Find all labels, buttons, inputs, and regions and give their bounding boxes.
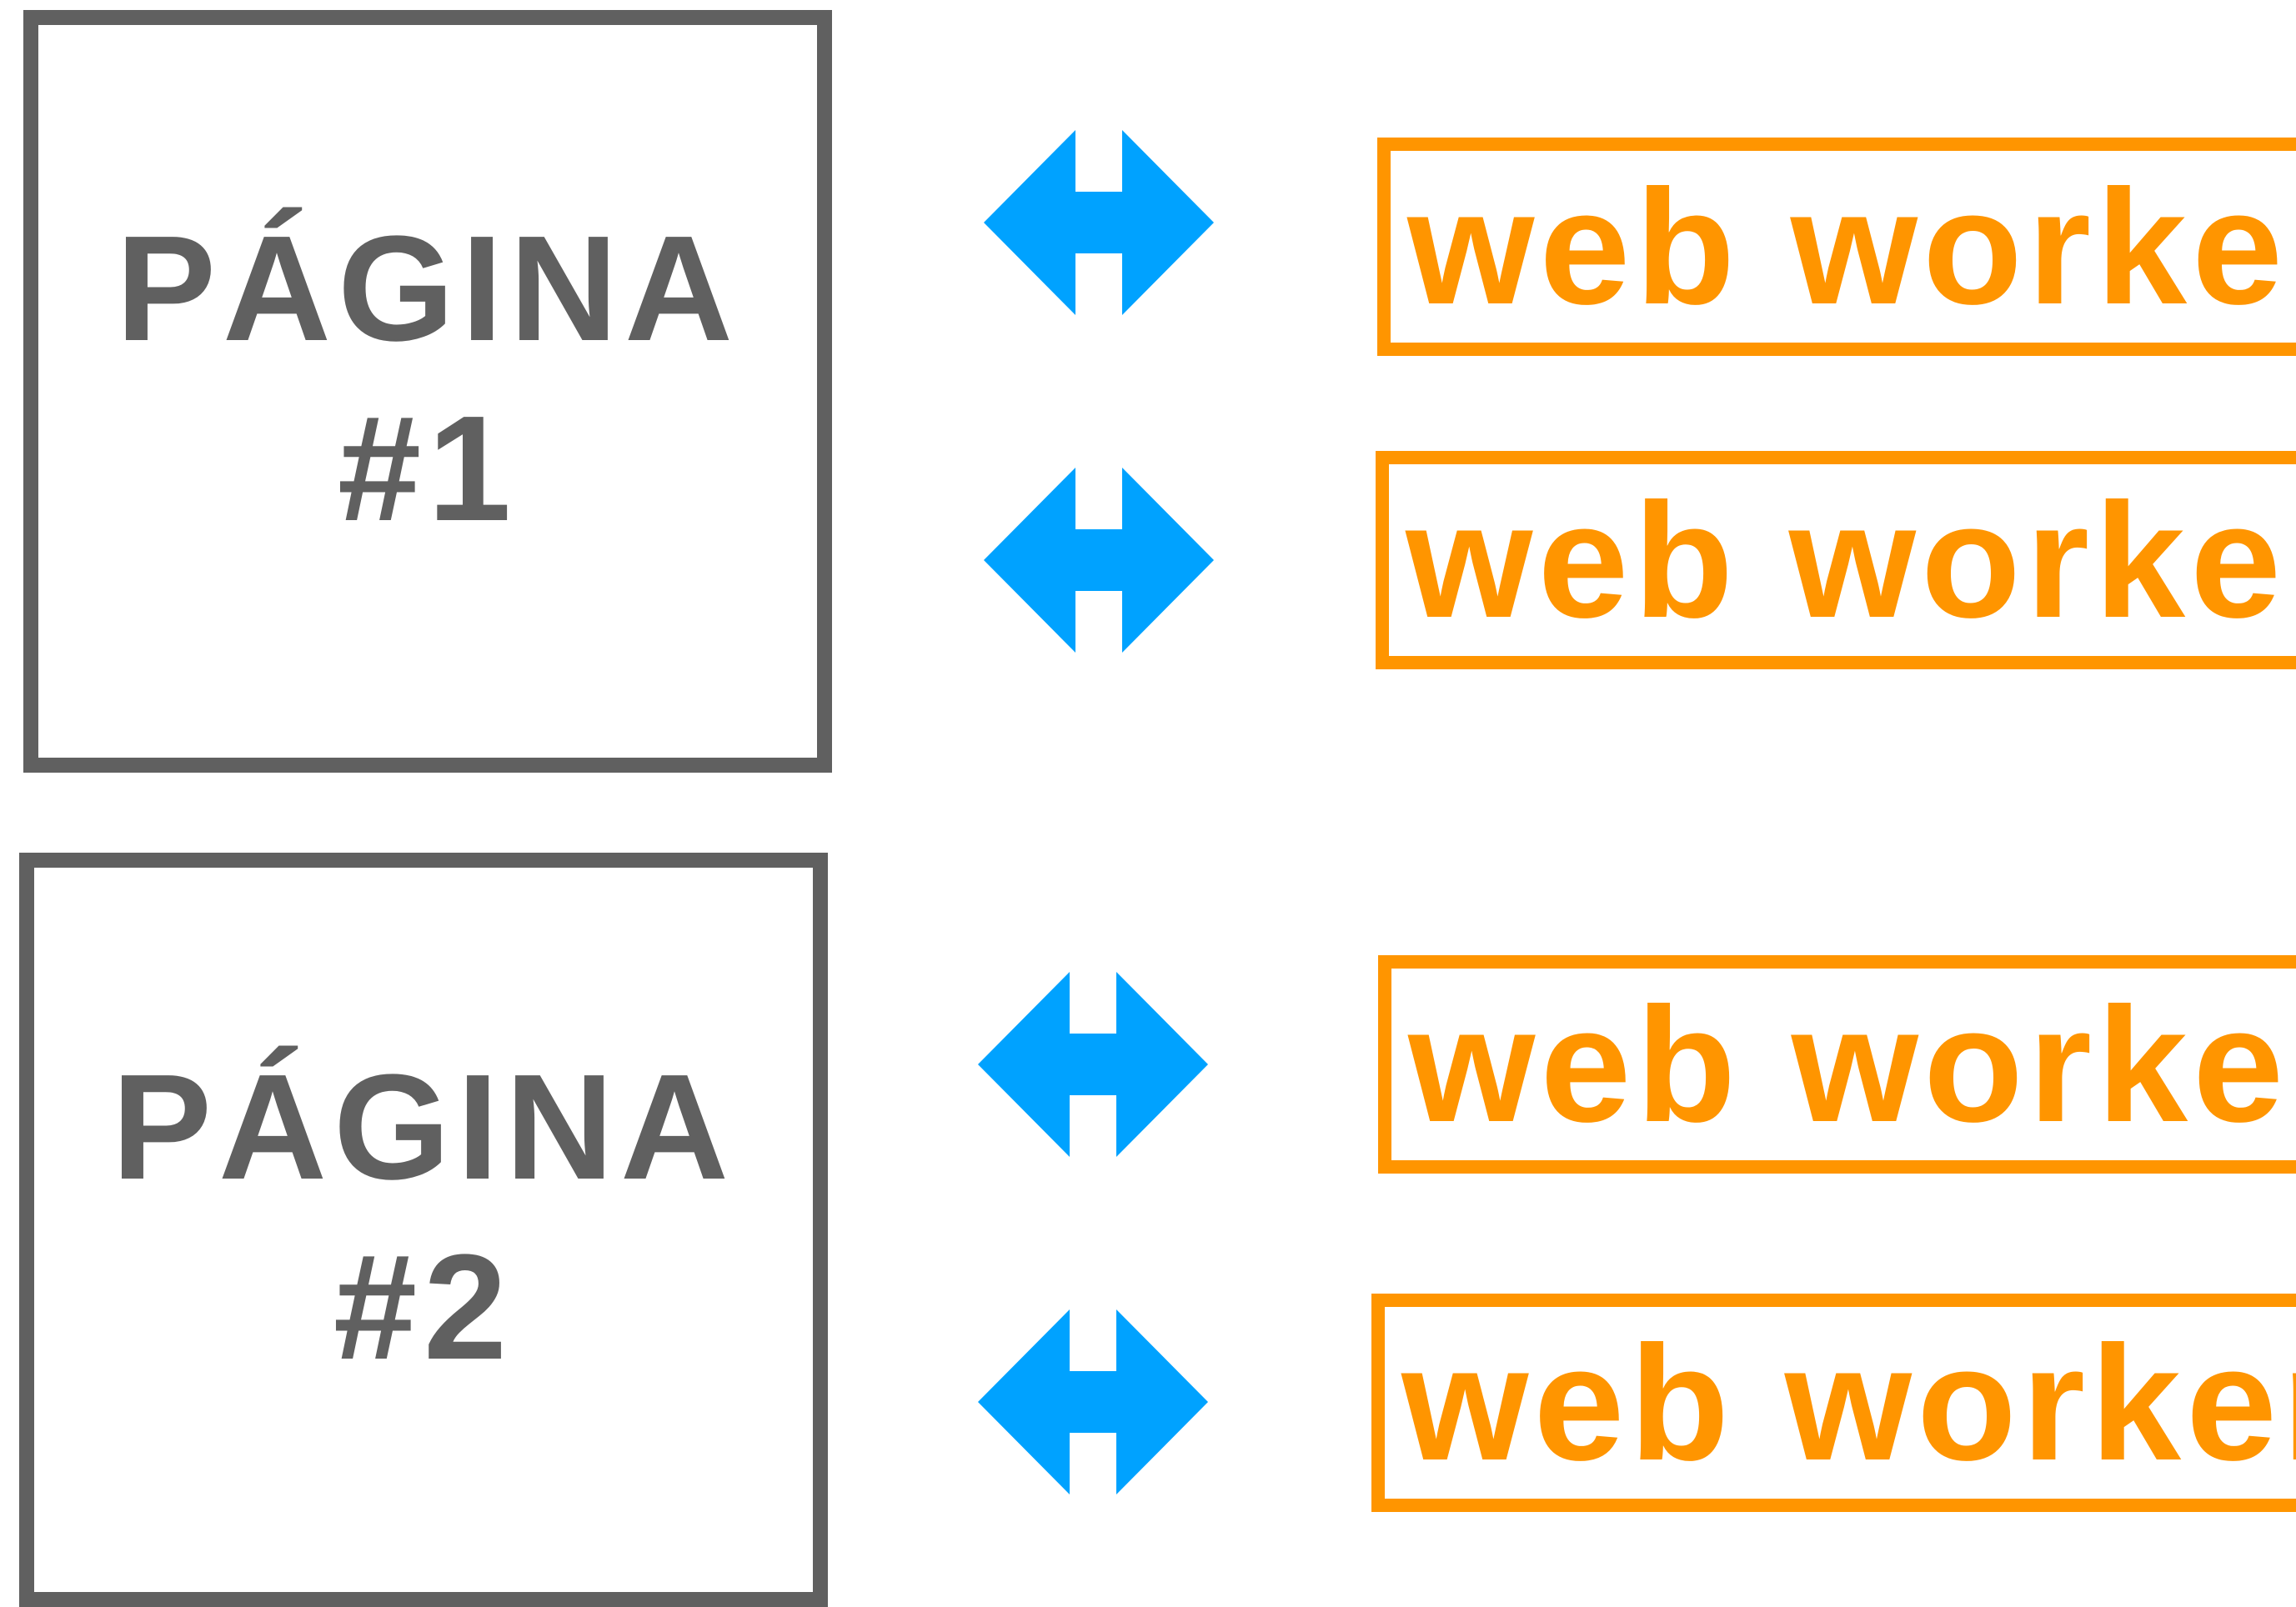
web-worker-label: web worker B: [1401, 1311, 2296, 1494]
web-worker-box: web worker B: [1371, 1294, 2296, 1512]
double-headed-arrow-icon: [984, 468, 1214, 653]
double-headed-arrow-icon: [978, 972, 1208, 1157]
page-box-2: PÁGINA #2: [19, 853, 828, 1607]
web-worker-box: web worker A: [1378, 955, 2296, 1174]
double-headed-arrow-icon: [984, 130, 1214, 315]
web-worker-label: web worker A: [1407, 155, 2296, 338]
double-headed-arrow-icon: [978, 1309, 1208, 1494]
web-worker-box: web worker B: [1376, 451, 2296, 669]
web-worker-label: web worker A: [1408, 973, 2296, 1156]
page-title: PÁGINA: [111, 1043, 736, 1211]
page-box-1: PÁGINA #1: [23, 10, 832, 773]
page-title: PÁGINA: [115, 204, 740, 373]
page-number: #1: [337, 384, 519, 553]
web-worker-box: web worker A: [1377, 138, 2296, 356]
web-worker-label: web worker B: [1406, 468, 2296, 652]
page-number: #2: [333, 1223, 514, 1391]
